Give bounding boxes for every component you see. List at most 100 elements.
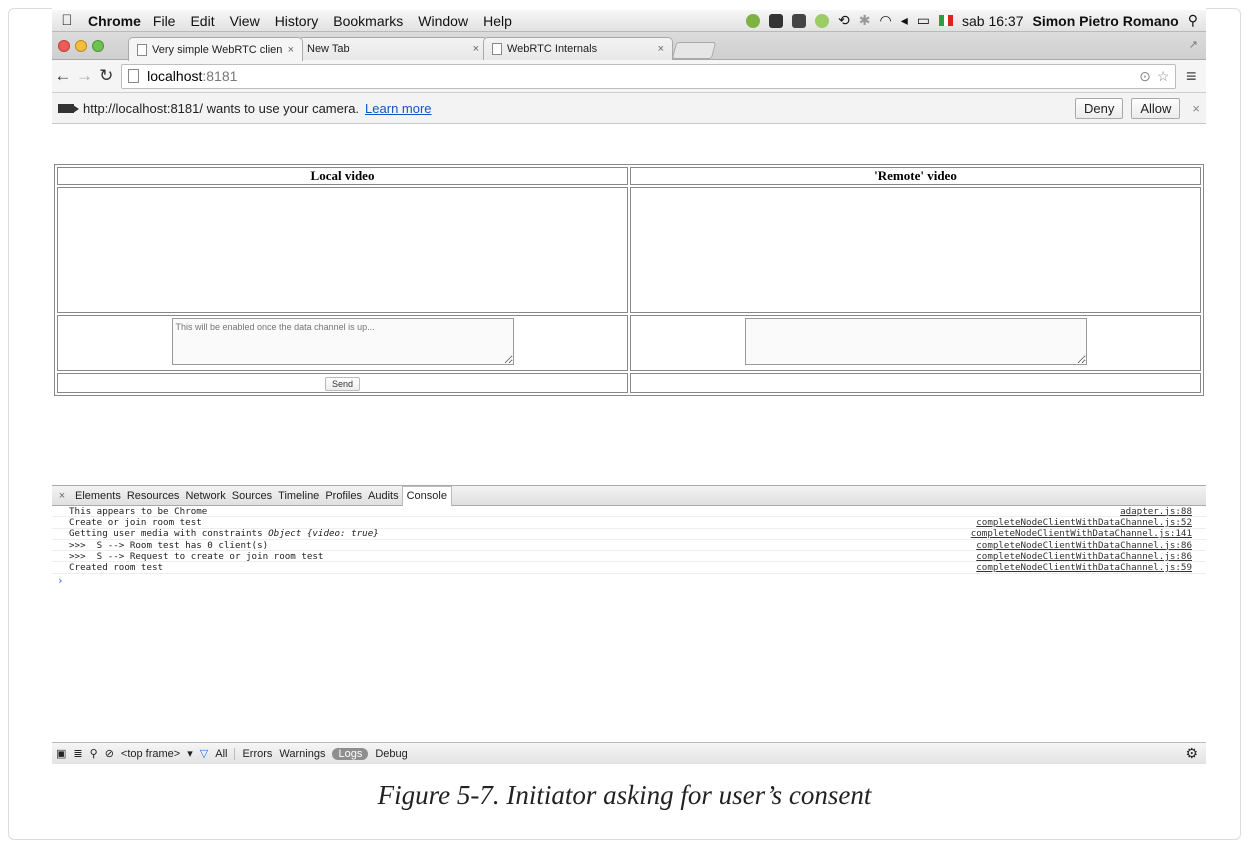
devtools-panel: × Elements Resources Network Sources Tim… [52,485,1206,764]
battery-icon[interactable]: ▭ [917,12,930,29]
filter-all[interactable]: All [215,748,227,760]
log-row: Getting user media with constraints Obje… [52,528,1206,540]
remote-video [630,187,1201,313]
filter-errors[interactable]: Errors [242,748,272,760]
bluetooth-icon[interactable]: ✱ [859,12,871,29]
user-name[interactable]: Simon Pietro Romano [1033,13,1179,29]
screenshot:  Chrome File Edit View History Bookmark… [52,2,1206,764]
log-source-link[interactable]: completeNodeClientWithDataChannel.js:86 [976,540,1192,551]
send-button[interactable]: Send [324,377,361,391]
menu-bookmarks[interactable]: Bookmarks [333,13,403,29]
dock-icon[interactable]: ▣ [56,747,66,760]
search-icon[interactable]: ⚲ [90,747,98,760]
close-tab-icon[interactable]: × [658,43,664,55]
tab-sources[interactable]: Sources [229,490,275,502]
browser-toolbar: ← → ↻ localhost :8181 ⊙ ☆ ≡ [52,60,1206,93]
menu-window[interactable]: Window [418,13,468,29]
menu-help[interactable]: Help [483,13,512,29]
close-infobar-icon[interactable]: × [1192,101,1200,116]
app-name-menu[interactable]: Chrome [88,13,141,29]
close-tab-icon[interactable]: × [288,44,294,56]
clear-console-icon[interactable]: ⊘ [105,747,114,760]
clock[interactable]: sab 16:37 [962,13,1024,29]
infobar-message: http://localhost:8181/ wants to use your… [83,100,360,116]
mac-menu-bar:  Chrome File Edit View History Bookmark… [52,10,1206,32]
tray-app-icon[interactable] [746,13,761,28]
close-tab-icon[interactable]: × [473,43,479,55]
omnibox-icons: ⊙ ☆ [1139,68,1175,85]
divider [234,747,236,760]
log-source-link[interactable]: completeNodeClientWithDataChannel.js:141 [971,528,1192,539]
log-source-link[interactable]: completeNodeClientWithDataChannel.js:52 [976,517,1192,528]
log-object[interactable]: Object {video: true} [268,528,379,539]
console-prompt[interactable]: › [52,574,1206,587]
flag-icon[interactable] [939,15,954,26]
time-machine-icon[interactable]: ⟲ [838,12,850,29]
chevron-down-icon[interactable]: ▾ [187,747,193,760]
wifi-icon[interactable]: ◠ [880,12,892,29]
gear-icon[interactable]: ⚙ [1185,745,1198,762]
log-source-link[interactable]: completeNodeClientWithDataChannel.js:59 [976,562,1192,573]
tab-webrtc-internals[interactable]: WebRTC Internals × [483,37,673,60]
data-channel-send-textarea[interactable] [171,318,514,365]
bookmark-star-icon[interactable]: ☆ [1157,68,1170,85]
empty-cell [630,373,1201,393]
filter-debug[interactable]: Debug [375,748,407,760]
address-bar[interactable]: localhost :8181 ⊙ ☆ [121,63,1177,89]
volume-icon[interactable]: ◂ [901,12,908,29]
forward-icon[interactable]: → [74,66,96,86]
tab-title: Very simple WebRTC client [152,43,282,56]
tab-console[interactable]: Console [401,485,452,506]
close-window-icon[interactable] [58,40,70,52]
show-console-drawer-icon[interactable]: ≣ [73,747,82,760]
learn-more-link[interactable]: Learn more [365,101,431,116]
send-button-cell: Send [57,373,628,393]
log-row: Create or join room test completeNodeCli… [52,517,1206,529]
local-video-header: Local video [57,167,628,185]
filter-icon[interactable]: ▽ [200,747,208,760]
tab-network[interactable]: Network [182,490,228,502]
frame-selector[interactable]: <top frame> [121,748,180,760]
back-icon[interactable]: ← [52,66,74,86]
spotlight-search-icon[interactable]: ⚲ [1188,12,1198,29]
menu-history[interactable]: History [275,13,319,29]
allow-button[interactable]: Allow [1131,97,1181,119]
log-message: Created room test [69,562,164,574]
fullscreen-icon[interactable]: ↗ [1189,38,1198,51]
log-row: Created room test completeNodeClientWith… [52,562,1206,574]
page-icon [128,69,140,83]
camera-icon [58,103,79,113]
deny-button[interactable]: Deny [1074,97,1124,119]
local-video [57,187,628,313]
log-message: >>> S --> Request to create or join room… [69,550,324,562]
zoom-icon[interactable]: ⊙ [1139,68,1151,85]
log-source-link[interactable]: completeNodeClientWithDataChannel.js:86 [976,551,1192,562]
tab-audits[interactable]: Audits [365,490,402,502]
log-source-link[interactable]: adapter.js:88 [1120,506,1192,517]
data-channel-receive-textarea[interactable] [744,318,1087,365]
tab-new-tab[interactable]: New Tab × [298,37,488,60]
close-devtools-icon[interactable]: × [52,490,72,502]
page-icon [137,43,147,56]
minimize-window-icon[interactable] [75,40,87,52]
tray-drive-icon[interactable] [769,13,784,28]
tray-shield-icon[interactable] [792,13,807,28]
tab-profiles[interactable]: Profiles [322,490,365,502]
tab-webrtc-client[interactable]: Very simple WebRTC client × [128,37,303,61]
filter-logs[interactable]: Logs [332,747,369,760]
new-tab-button[interactable] [671,42,717,59]
tab-resources[interactable]: Resources [124,490,183,502]
menu-file[interactable]: File [153,13,176,29]
tab-elements[interactable]: Elements [72,490,124,502]
zoom-window-icon[interactable] [92,40,104,52]
filter-warnings[interactable]: Warnings [279,748,325,760]
tray-status-icon[interactable] [815,13,830,28]
apple-icon[interactable]:  [52,12,82,29]
log-message: This appears to be Chrome [69,505,208,517]
menu-icon[interactable]: ≡ [1176,66,1206,87]
menu-edit[interactable]: Edit [190,13,214,29]
remote-video-header: 'Remote' video [630,167,1201,185]
menu-view[interactable]: View [230,13,260,29]
tab-timeline[interactable]: Timeline [275,490,322,502]
reload-icon[interactable]: ↻ [95,66,117,86]
